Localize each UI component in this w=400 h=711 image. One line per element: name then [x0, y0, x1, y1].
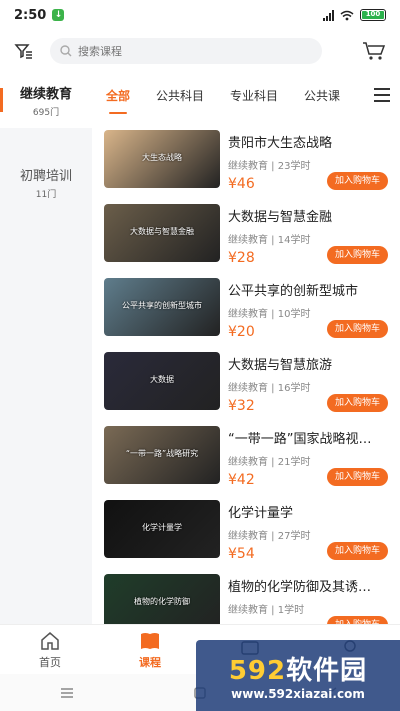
course-thumbnail[interactable]: “一带一路”战略研究 [104, 426, 220, 484]
tab-all[interactable]: 全部 [106, 87, 130, 114]
course-meta: 继续教育 | 23学时 [228, 161, 311, 172]
course-title[interactable]: 公平共享的创新型城市 [228, 280, 400, 299]
course-meta: 继续教育 | 21学时 [228, 457, 311, 468]
status-indicators: 100 [323, 9, 386, 21]
home-icon [41, 631, 59, 650]
battery-level: 100 [362, 11, 384, 19]
nav-label: 首页 [39, 655, 61, 669]
sidebar-item-continuing-education[interactable]: 继续教育 695门 [0, 72, 92, 128]
book-icon [141, 632, 159, 649]
sidebar-item-count: 11门 [35, 189, 57, 200]
sidebar-item-count: 695门 [32, 107, 60, 118]
add-to-cart-button[interactable]: 加入购物车 [326, 468, 388, 486]
wifi-icon [340, 10, 354, 20]
watermark-url: www.592xiazai.com [231, 687, 365, 701]
course-thumbnail[interactable]: 公平共享的创新型城市 [104, 278, 220, 336]
shopping-cart-icon[interactable] [362, 41, 386, 61]
course-title[interactable]: 化学计量学 [228, 502, 400, 521]
course-info: 化学计量学 继续教育 | 27学时 ¥54 [228, 500, 400, 574]
tab-professional-subjects[interactable]: 专业科目 [230, 87, 278, 104]
subject-tabs: 全部 公共科目 专业科目 公共课 [92, 72, 400, 118]
search-icon [60, 45, 72, 57]
course-meta: 继续教育 | 1学时 [228, 605, 305, 616]
add-to-cart-button[interactable]: 加入购物车 [326, 394, 388, 412]
battery-icon: 100 [360, 9, 386, 21]
course-thumbnail[interactable]: 大数据 [104, 352, 220, 410]
thumbnail-caption: 植物的化学防御 [134, 597, 190, 606]
course-info: 贵阳市大生态战略 继续教育 | 23学时 ¥46 [228, 130, 400, 204]
category-sidebar: 继续教育 695门 初聘培训 11门 [0, 72, 92, 624]
course-title[interactable]: 植物的化学防御及其诱… [228, 576, 400, 595]
watermark-number: 592 [228, 656, 287, 686]
course-title[interactable]: 贵阳市大生态战略 [228, 132, 400, 151]
course-meta: 继续教育 | 14学时 [228, 235, 311, 246]
add-to-cart-button[interactable]: 加入购物车 [326, 616, 388, 624]
course-meta: 继续教育 | 10学时 [228, 309, 311, 320]
status-bar: 2:50 ↓ 100 [0, 0, 400, 30]
nav-label: 课程 [139, 655, 161, 669]
course-item[interactable]: 大生态战略 贵阳市大生态战略 继续教育 | 23学时 ¥46 加入购物车 [92, 130, 400, 204]
course-item[interactable]: 植物的化学防御 植物的化学防御及其诱… 继续教育 | 1学时加入购物车 [92, 574, 400, 624]
watermark-text: 软件园 [286, 656, 368, 686]
nav-courses[interactable]: 课程 [100, 625, 200, 674]
search-box[interactable] [50, 38, 322, 64]
course-info: “一带一路”国家战略视… 继续教育 | 21学时 ¥42 [228, 426, 400, 500]
filter-icon[interactable] [14, 41, 34, 61]
course-item[interactable]: 化学计量学 化学计量学 继续教育 | 27学时 ¥54 加入购物车 [92, 500, 400, 574]
course-thumbnail[interactable]: 植物的化学防御 [104, 574, 220, 624]
thumbnail-caption: “一带一路”战略研究 [125, 449, 199, 458]
add-to-cart-button[interactable]: 加入购物车 [326, 542, 388, 560]
thumbnail-caption: 大数据 [150, 375, 174, 384]
add-to-cart-button[interactable]: 加入购物车 [326, 172, 388, 190]
thumbnail-caption: 公平共享的创新型城市 [122, 301, 202, 310]
course-item[interactable]: 大数据与智慧金融 大数据与智慧金融 继续教育 | 14学时 ¥28 加入购物车 [92, 204, 400, 278]
course-item[interactable]: “一带一路”战略研究 “一带一路”国家战略视… 继续教育 | 21学时 ¥42 加入购物… [92, 426, 400, 500]
course-list: 大生态战略 贵阳市大生态战略 继续教育 | 23学时 ¥46 加入购物车 大数据与智慧金融… [92, 130, 400, 624]
add-to-cart-button[interactable]: 加入购物车 [326, 320, 388, 338]
search-input[interactable] [78, 44, 298, 58]
course-meta: 继续教育 | 27学时 [228, 531, 311, 542]
tab-public-courses[interactable]: 公共课 [304, 87, 340, 104]
thumbnail-caption: 化学计量学 [142, 523, 182, 532]
course-item[interactable]: 公平共享的创新型城市 公平共享的创新型城市 继续教育 | 10学时 ¥20 加入购物车 [92, 278, 400, 352]
tab-public-subjects[interactable]: 公共科目 [156, 87, 204, 104]
recent-apps-icon[interactable] [60, 687, 74, 699]
menu-icon[interactable] [374, 88, 390, 102]
nav-home[interactable]: 首页 [0, 625, 100, 674]
course-title[interactable]: 大数据与智慧旅游 [228, 354, 400, 373]
sidebar-item-initial-training[interactable]: 初聘培训 11门 [0, 154, 92, 210]
signal-icon [323, 9, 334, 21]
course-title[interactable]: “一带一路”国家战略视… [228, 428, 400, 447]
status-time: 2:50 [14, 7, 47, 23]
course-thumbnail[interactable]: 大生态战略 [104, 130, 220, 188]
course-thumbnail[interactable]: 化学计量学 [104, 500, 220, 558]
sidebar-item-name: 初聘培训 [19, 168, 72, 184]
course-info: 大数据与智慧金融 继续教育 | 14学时 ¥28 [228, 204, 400, 278]
course-thumbnail[interactable]: 大数据与智慧金融 [104, 204, 220, 262]
course-meta: 继续教育 | 16学时 [228, 383, 311, 394]
course-title[interactable]: 大数据与智慧金融 [228, 206, 400, 225]
thumbnail-caption: 大数据与智慧金融 [130, 227, 194, 236]
thumbnail-caption: 大生态战略 [142, 153, 182, 162]
course-item[interactable]: 大数据 大数据与智慧旅游 继续教育 | 16学时 ¥32 加入购物车 [92, 352, 400, 426]
course-info: 大数据与智慧旅游 继续教育 | 16学时 ¥32 [228, 352, 400, 426]
course-info: 公平共享的创新型城市 继续教育 | 10学时 ¥20 [228, 278, 400, 352]
header [0, 30, 400, 72]
download-icon: ↓ [52, 9, 65, 21]
watermark-logo: 592软件园 [229, 650, 367, 687]
sidebar-item-name: 继续教育 [19, 86, 72, 102]
site-watermark: 592软件园 www.592xiazai.com [196, 640, 400, 711]
add-to-cart-button[interactable]: 加入购物车 [326, 246, 388, 264]
